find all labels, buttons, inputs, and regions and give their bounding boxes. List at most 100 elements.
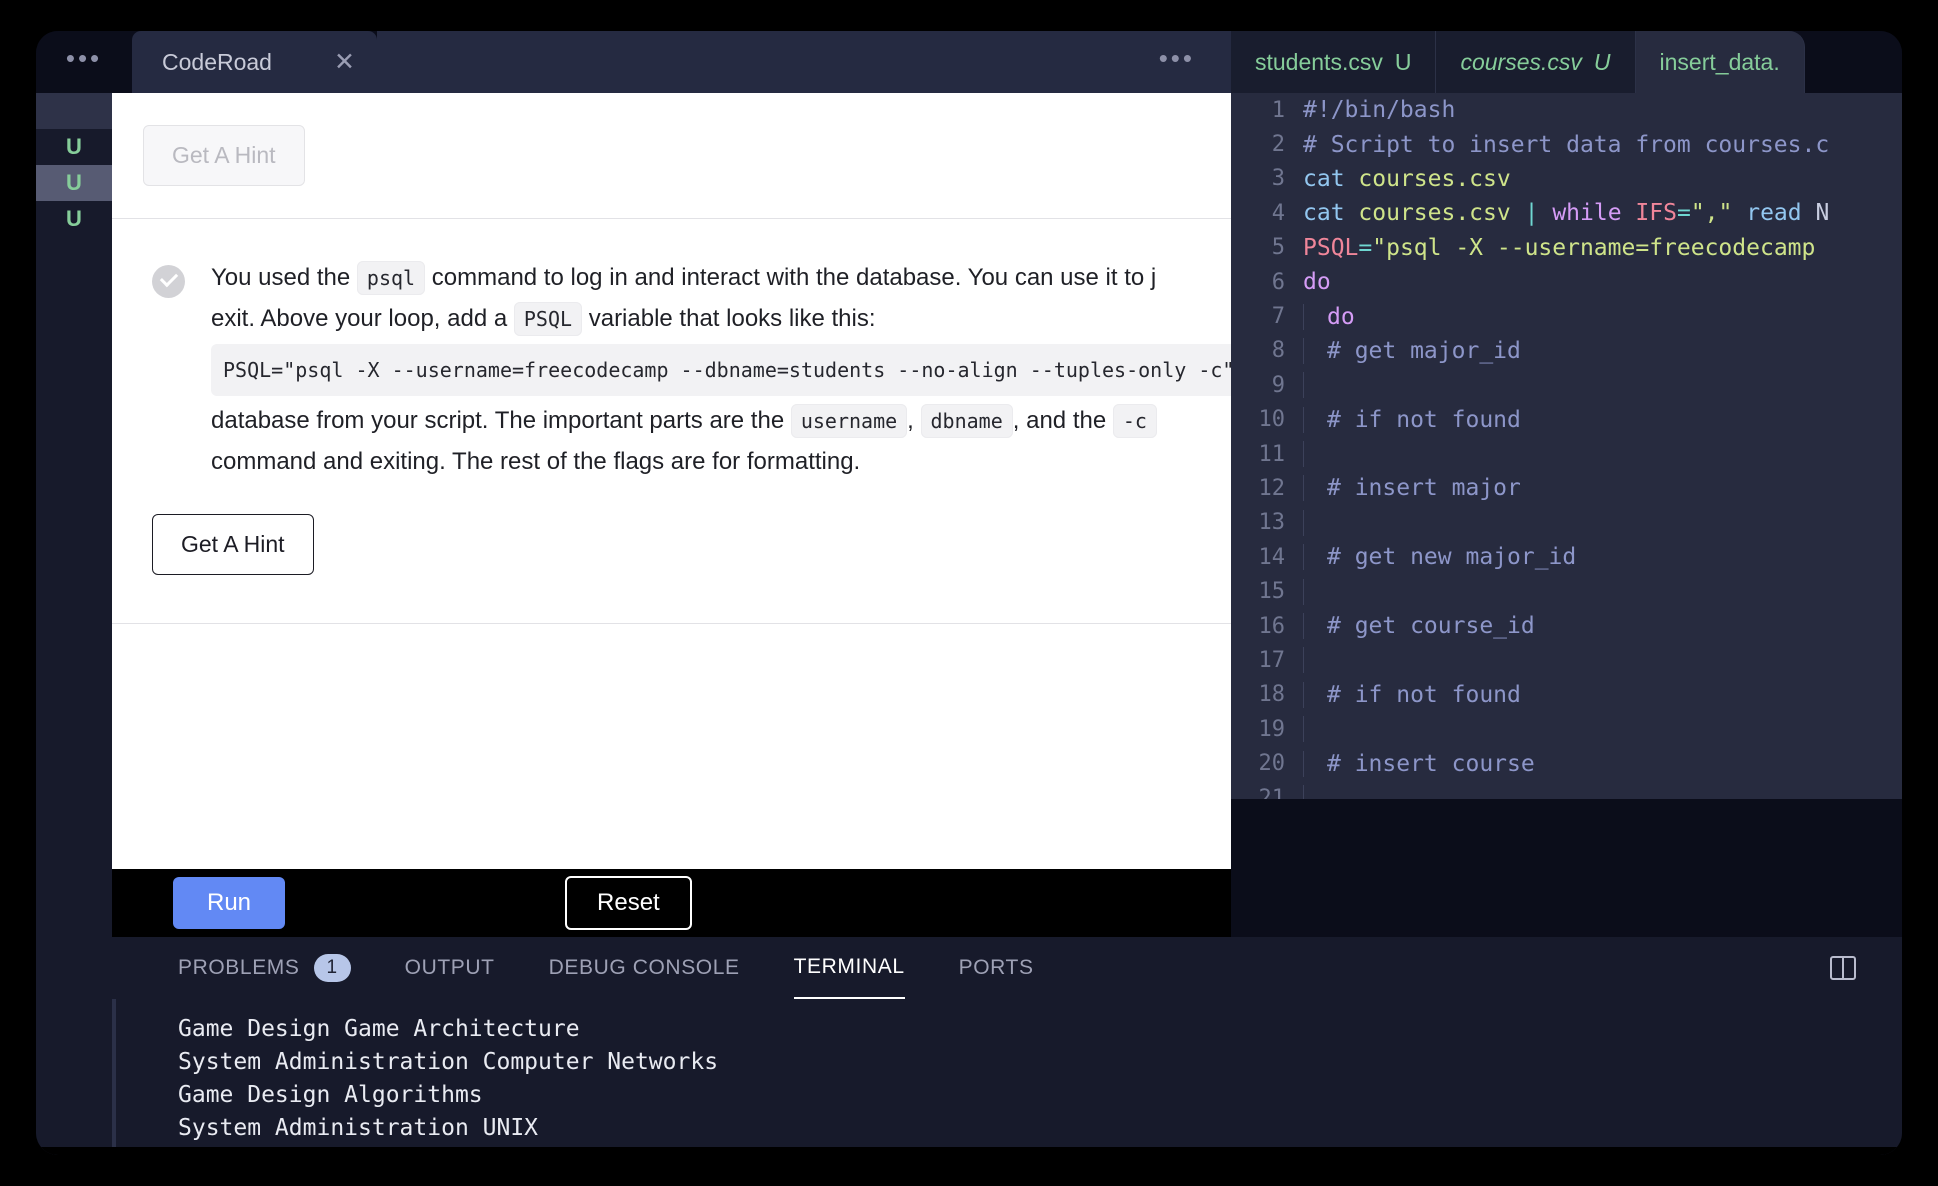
tab-debug-console[interactable]: DEBUG CONSOLE <box>549 937 740 999</box>
terminal-line: Game Design Algorithms <box>178 1079 1902 1112</box>
line-number: 3 <box>1231 166 1303 191</box>
coderoad-tabstrip-filler: ••• <box>377 31 1231 93</box>
code-line[interactable]: 19 <box>1231 712 1902 746</box>
line-text: # get new major_id <box>1303 544 1576 570</box>
line-number: 16 <box>1231 614 1303 639</box>
line-number: 10 <box>1231 407 1303 432</box>
code-line[interactable]: 16# get course_id <box>1231 609 1902 643</box>
task-seg-4: variable that looks like this: <box>589 305 876 332</box>
line-number: 21 <box>1231 786 1303 800</box>
line-text: PSQL="psql -X --username=freecodecamp <box>1303 235 1815 261</box>
code-line[interactable]: 3cat courses.csv <box>1231 162 1902 196</box>
code-line[interactable]: 4cat courses.csv | while IFS="," read N <box>1231 196 1902 230</box>
code-line[interactable]: 11 <box>1231 437 1902 471</box>
line-text <box>1303 510 1341 536</box>
code-line[interactable]: 9 <box>1231 368 1902 402</box>
close-icon[interactable]: ✕ <box>334 47 355 77</box>
code-line[interactable]: 10# if not found <box>1231 403 1902 437</box>
code-line[interactable]: 8# get major_id <box>1231 334 1902 368</box>
line-text: cat courses.csv | while IFS="," read N <box>1303 200 1829 226</box>
tab-output[interactable]: OUTPUT <box>405 937 495 999</box>
task-seg-7: , and the <box>1013 407 1106 434</box>
coderoad-panel: Get A Hint You used the psql command to … <box>112 93 1231 869</box>
check-circle-icon <box>152 265 185 298</box>
editor-tab-courses-csv[interactable]: courses.csv U <box>1436 31 1635 93</box>
code-line[interactable]: 13 <box>1231 506 1902 540</box>
code-line[interactable]: 15 <box>1231 574 1902 608</box>
get-a-hint-button[interactable]: Get A Hint <box>152 514 314 575</box>
line-text: cat courses.csv <box>1303 166 1511 192</box>
gutter-mark-2[interactable]: U <box>36 165 112 201</box>
line-number: 8 <box>1231 338 1303 363</box>
code-line[interactable]: 18# if not found <box>1231 678 1902 712</box>
line-text <box>1303 441 1341 467</box>
line-text: # Script to insert data from courses.c <box>1303 132 1829 158</box>
line-number: 1 <box>1231 98 1303 123</box>
tab-debug-console-label: DEBUG CONSOLE <box>549 956 740 980</box>
task-seg-3: exit. Above your loop, add a <box>211 305 507 332</box>
split-terminal-icon[interactable] <box>1830 956 1856 980</box>
get-a-hint-button-top[interactable]: Get A Hint <box>143 125 305 186</box>
tab-coderoad[interactable]: CodeRoad ✕ <box>132 31 377 93</box>
bottom-panel: PROBLEMS 1 OUTPUT DEBUG CONSOLE TERMINAL… <box>112 937 1902 1155</box>
editor-tab-status: U <box>1395 49 1412 76</box>
line-number: 14 <box>1231 545 1303 570</box>
code-line[interactable]: 1#!/bin/bash <box>1231 93 1902 127</box>
line-number: 9 <box>1231 373 1303 398</box>
line-number: 5 <box>1231 235 1303 260</box>
line-number: 4 <box>1231 201 1303 226</box>
line-text: do <box>1303 304 1355 330</box>
panel-left-rule <box>112 999 116 1155</box>
line-text <box>1303 716 1341 742</box>
line-number: 18 <box>1231 682 1303 707</box>
code-line[interactable]: 7do <box>1231 299 1902 333</box>
code-line[interactable]: 6do <box>1231 265 1902 299</box>
code-line[interactable]: 2# Script to insert data from courses.c <box>1231 127 1902 161</box>
divider-bottom <box>112 623 1231 624</box>
line-text: do <box>1303 269 1331 295</box>
line-number: 2 <box>1231 132 1303 157</box>
task-seg-1: You used the <box>211 264 350 291</box>
tab-terminal-label: TERMINAL <box>794 955 905 979</box>
code-editor[interactable]: 1#!/bin/bash2# Script to insert data fro… <box>1231 93 1902 799</box>
code-block-psql-variable: PSQL="psql -X --username=freecodecamp --… <box>211 344 1231 396</box>
coderoad-footer: Run Reset <box>112 869 1231 937</box>
coderoad-more-actions-icon[interactable]: ••• <box>36 31 132 93</box>
reset-button[interactable]: Reset <box>565 876 692 930</box>
gutter-row-blank <box>36 93 112 129</box>
line-text: # insert major <box>1303 475 1521 501</box>
code-lines-container: 1#!/bin/bash2# Script to insert data fro… <box>1231 93 1902 799</box>
vscode-window: ••• CodeRoad ✕ ••• students.csv U course… <box>36 31 1902 1155</box>
code-line[interactable]: 14# get new major_id <box>1231 540 1902 574</box>
code-line[interactable]: 21 <box>1231 781 1902 799</box>
tab-ports[interactable]: PORTS <box>959 937 1034 999</box>
terminal-line: System Administration Computer Networks <box>178 1046 1902 1079</box>
task-description: You used the psql command to log in and … <box>211 257 1231 482</box>
editor-tab-insert-data[interactable]: insert_data. <box>1636 31 1805 93</box>
gutter-mark-3[interactable]: U <box>36 201 112 237</box>
tab-ports-label: PORTS <box>959 956 1034 980</box>
inline-code-psql: psql <box>357 261 425 295</box>
gutter-mark-1[interactable]: U <box>36 129 112 165</box>
code-line[interactable]: 17 <box>1231 643 1902 677</box>
run-button[interactable]: Run <box>173 877 285 929</box>
coderoad-scroll-area: Get A Hint You used the psql command to … <box>112 93 1231 624</box>
terminal-output[interactable]: Game Design Game ArchitectureSystem Admi… <box>112 999 1902 1155</box>
code-line[interactable]: 20# insert course <box>1231 746 1902 780</box>
terminal-line: System Administration UNIX <box>178 1112 1902 1145</box>
editor-tab-status: U <box>1594 49 1611 76</box>
problems-count-badge: 1 <box>314 954 351 982</box>
coderoad-panel-more-icon[interactable]: ••• <box>377 31 1231 93</box>
tab-terminal[interactable]: TERMINAL <box>794 937 905 999</box>
tab-problems-label: PROBLEMS <box>178 956 300 980</box>
hint-row: Get A Hint <box>112 492 1231 575</box>
editor-gutter-column: U U U <box>36 93 112 1155</box>
editor-tab-students-csv[interactable]: students.csv U <box>1231 31 1436 93</box>
editor-tab-label: students.csv <box>1255 49 1383 76</box>
inline-code-dbname: dbname <box>921 404 1013 438</box>
inline-code-username: username <box>791 404 907 438</box>
code-line[interactable]: 12# insert major <box>1231 471 1902 505</box>
task-sep-1: , <box>907 407 914 434</box>
tab-problems[interactable]: PROBLEMS 1 <box>178 937 351 999</box>
code-line[interactable]: 5PSQL="psql -X --username=freecodecamp <box>1231 231 1902 265</box>
